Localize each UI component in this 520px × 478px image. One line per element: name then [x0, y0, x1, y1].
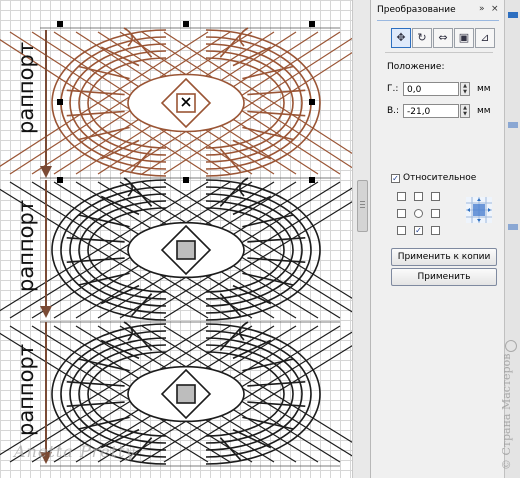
anchor-checkbox[interactable]	[414, 192, 423, 201]
rapport-tile	[0, 177, 352, 321]
vertical-spinner[interactable]: ▲ ▼	[460, 104, 470, 118]
selection-handle[interactable]	[57, 21, 63, 27]
vertical-scrollbar[interactable]	[352, 0, 371, 478]
anchor-checkbox[interactable]	[431, 209, 440, 218]
scale-tool-icon: ⇔	[438, 31, 448, 44]
rotate-tool-button[interactable]: ↻	[412, 28, 432, 48]
selection-handle[interactable]	[57, 177, 63, 183]
relative-label: Относительное	[403, 173, 477, 183]
vertical-input[interactable]: -21,0	[403, 104, 459, 118]
selection-handle[interactable]	[309, 21, 315, 27]
vertical-unit: мм	[477, 106, 491, 116]
rapport-label-3: раппорт	[14, 343, 38, 436]
selection-handle[interactable]	[57, 99, 63, 105]
rapport-label-2: раппорт	[14, 199, 38, 292]
horizontal-spinner[interactable]: ▲ ▼	[460, 82, 470, 96]
anchor-preview-icon	[466, 197, 492, 223]
relative-checkbox[interactable]: ✓	[391, 174, 400, 183]
lace-pattern-drawing[interactable]	[0, 0, 352, 478]
transform-docker: Преобразование » × ✥ ↻ ⇔ ▣ ⊿ Положение: …	[370, 0, 505, 478]
docker-tab[interactable]	[508, 224, 518, 230]
docker-tab[interactable]	[508, 12, 518, 18]
scrollbar-thumb[interactable]	[357, 180, 368, 232]
position-label: Положение:	[387, 62, 445, 72]
site-logo-icon	[505, 340, 517, 352]
anchor-checkbox[interactable]	[431, 226, 440, 235]
skew-tool-icon: ⊿	[480, 31, 490, 44]
collapse-arrows-icon[interactable]: »	[479, 4, 485, 14]
horizontal-input[interactable]: 0,0	[403, 82, 459, 96]
anchor-checkbox[interactable]: ✓	[414, 226, 423, 235]
rapport-tile	[0, 27, 352, 177]
site-watermark: © Страна Мастеров	[500, 353, 513, 470]
size-tool-button[interactable]: ▣	[454, 28, 474, 48]
anchor-checkbox[interactable]	[397, 226, 406, 235]
position-tool-icon: ✥	[396, 31, 406, 44]
docker-title: Преобразование	[377, 5, 456, 15]
anchor-checkbox[interactable]	[397, 209, 406, 218]
selection-handle[interactable]	[309, 177, 315, 183]
anchor-center-radio[interactable]	[414, 209, 423, 218]
anchor-checkbox[interactable]	[397, 192, 406, 201]
horizontal-label: Г.:	[387, 84, 399, 94]
apply-to-copy-button[interactable]: Применить к копии	[391, 248, 497, 266]
selection-handle[interactable]	[183, 21, 189, 27]
horizontal-unit: мм	[477, 84, 491, 94]
selection-handle[interactable]	[309, 99, 315, 105]
vertical-label: В.:	[387, 106, 400, 116]
anchor-checkbox[interactable]	[431, 192, 440, 201]
rotate-tool-icon: ↻	[417, 31, 427, 44]
close-icon[interactable]: ×	[491, 4, 499, 14]
docker-tab[interactable]	[508, 122, 518, 128]
docker-title-bar: Преобразование » ×	[371, 4, 505, 18]
rapport-label-1: раппорт	[14, 41, 38, 134]
skew-tool-button[interactable]: ⊿	[475, 28, 495, 48]
scale-tool-button[interactable]: ⇔	[433, 28, 453, 48]
author-watermark: Anetta Pretty	[14, 442, 136, 461]
position-tool-button[interactable]: ✥	[391, 28, 411, 48]
apply-button[interactable]: Применить	[391, 268, 497, 286]
selection-handle[interactable]	[183, 177, 189, 183]
drawing-canvas[interactable]: раппорт раппорт раппорт Anetta Pretty	[0, 0, 352, 478]
size-tool-icon: ▣	[458, 31, 470, 44]
